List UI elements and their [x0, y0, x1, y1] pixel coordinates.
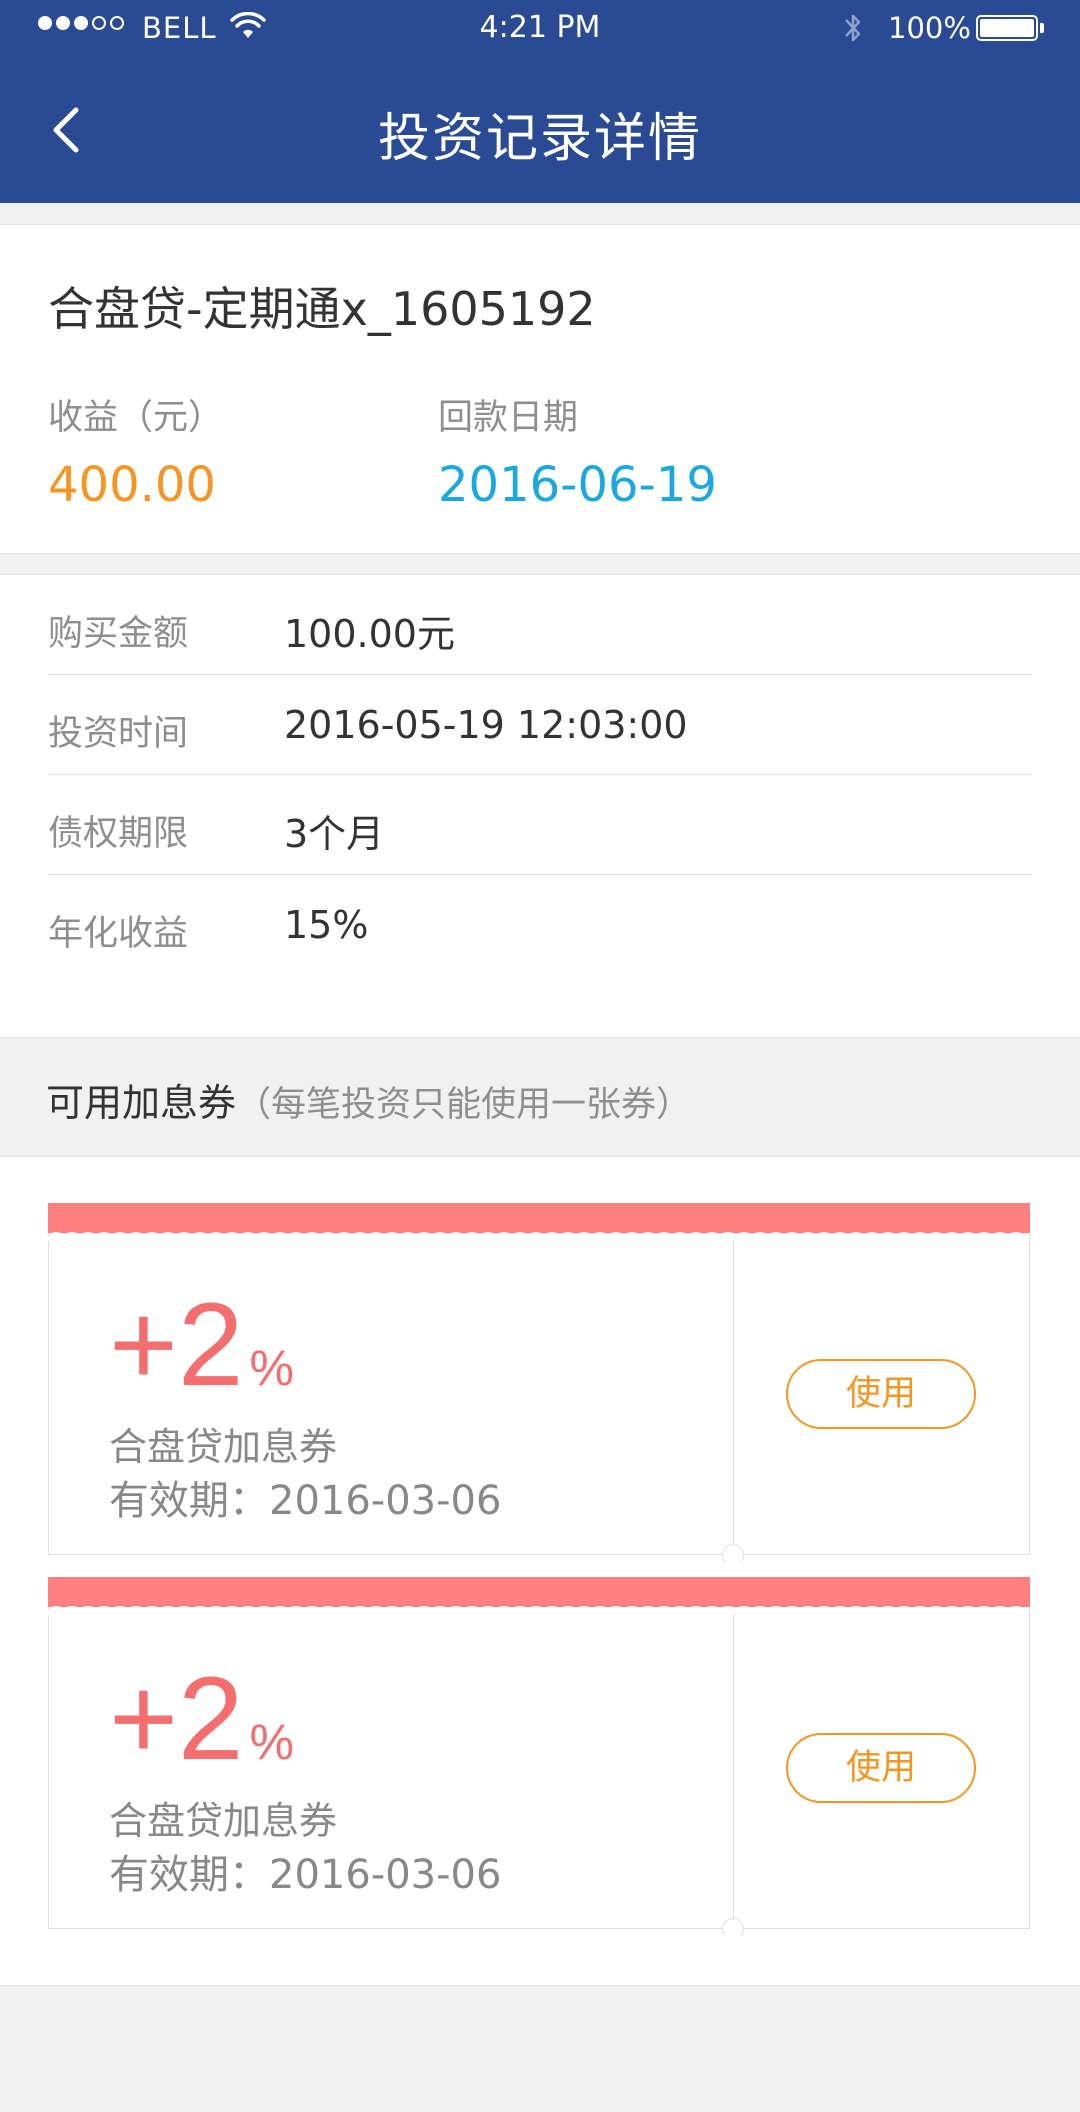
repay-date-value: 2016-06-19 [438, 457, 717, 513]
coupon-rate: +2% [109, 1286, 294, 1404]
detail-label: 债权期限 [48, 814, 189, 854]
status-bar: BELL 4:21 PM 100% [0, 0, 1080, 56]
detail-label: 年化收益 [48, 914, 189, 954]
coupon-notch [722, 1918, 744, 1940]
detail-value: 15% [284, 903, 369, 947]
investment-details-card: 购买金额 100.00元 投资时间 2016-05-19 12:03:00 债权… [0, 574, 1080, 1038]
battery-icon [976, 15, 1038, 41]
coupon-notch [722, 1544, 744, 1566]
coupon-rate-unit: % [249, 1340, 295, 1396]
detail-row-term: 债权期限 3个月 [48, 775, 1032, 875]
coupon-expiry: 有效期：2016-03-06 [109, 1478, 502, 1524]
battery-percentage: 100% [888, 11, 971, 45]
detail-label: 购买金额 [48, 614, 189, 654]
coupon-name: 合盘贷加息券 [109, 1425, 338, 1469]
coupon-divider [733, 1614, 734, 1930]
section-title-text: 可用加息券 [46, 1081, 237, 1125]
coupon-scallop-band [48, 1203, 1030, 1241]
detail-value: 100.00元 [284, 612, 455, 656]
coupon-rate-unit: % [249, 1714, 295, 1770]
coupon-rate-value: +2 [109, 1653, 244, 1785]
coupons-card: +2% 合盘贷加息券 有效期：2016-03-06 使用 +2% 合盘贷加息券 … [0, 1156, 1080, 1986]
section-subtitle: （每笔投资只能使用一张券） [236, 1085, 692, 1125]
detail-value: 3个月 [284, 812, 385, 856]
interest-coupon: +2% 合盘贷加息券 有效期：2016-03-06 使用 [48, 1577, 1030, 1940]
product-name: 合盘贷-定期通x_1605192 [48, 282, 596, 336]
coupon-rate-value: +2 [109, 1279, 244, 1411]
coupons-section-title: 可用加息券（每笔投资只能使用一张券） [46, 1072, 691, 1127]
coupon-scallop-band [48, 1577, 1030, 1615]
detail-row-investment-time: 投资时间 2016-05-19 12:03:00 [48, 675, 1032, 775]
interest-coupon: +2% 合盘贷加息券 有效期：2016-03-06 使用 [48, 1203, 1030, 1566]
earnings-label: 收益（元） [48, 398, 224, 438]
detail-row-annual-yield: 年化收益 15% [48, 875, 1032, 975]
app-header: BELL 4:21 PM 100% 投资记录详情 [0, 0, 1080, 203]
detail-row-purchase-amount: 购买金额 100.00元 [48, 575, 1032, 675]
bluetooth-icon [845, 14, 861, 42]
earnings-value: 400.00 [48, 457, 216, 513]
coupon-name: 合盘贷加息券 [109, 1799, 338, 1843]
detail-value: 2016-05-19 12:03:00 [284, 703, 688, 747]
detail-label: 投资时间 [48, 714, 189, 754]
battery-cap [1040, 23, 1044, 33]
use-coupon-button[interactable]: 使用 [786, 1733, 976, 1803]
coupon-expiry: 有效期：2016-03-06 [109, 1852, 502, 1898]
investment-summary-card: 合盘贷-定期通x_1605192 收益（元） 400.00 回款日期 2016-… [0, 224, 1080, 554]
use-coupon-button[interactable]: 使用 [786, 1359, 976, 1429]
coupon-rate: +2% [109, 1660, 294, 1778]
page-title: 投资记录详情 [377, 109, 702, 169]
repay-date-label: 回款日期 [438, 398, 579, 438]
coupon-divider [733, 1240, 734, 1556]
